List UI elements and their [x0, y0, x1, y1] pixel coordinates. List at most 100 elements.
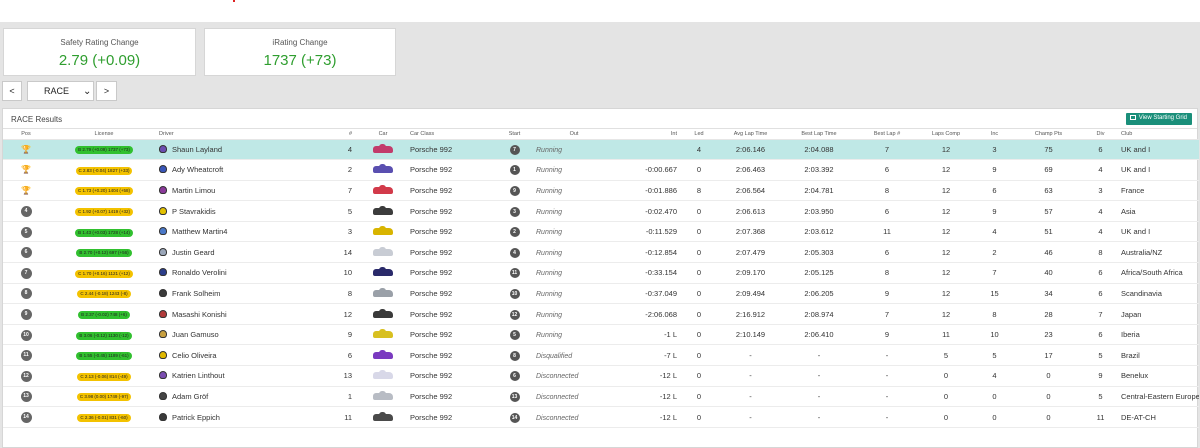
- car-number: 1: [296, 386, 356, 408]
- interval: -0:02.470: [612, 200, 681, 222]
- col-out[interactable]: Out: [536, 129, 612, 140]
- col-pos[interactable]: Pos: [3, 129, 49, 140]
- table-row[interactable]: 10 B 3.06 (-0.12) 1130 (-12) Juan Gamuso 9 P…: [3, 324, 1199, 346]
- table-row[interactable]: 7 C 1.70 (+0.16) 1121 (+12) Ronaldo Veroli…: [3, 262, 1199, 284]
- col-best-lap-num[interactable]: Best Lap #: [854, 129, 920, 140]
- pos-cell: 7: [3, 262, 49, 284]
- car-number: 12: [296, 303, 356, 325]
- driver-name[interactable]: Masashi Konishi: [172, 310, 227, 319]
- col-laps-comp[interactable]: Laps Comp: [920, 129, 972, 140]
- next-session-button[interactable]: >: [96, 81, 117, 101]
- driver-name[interactable]: Ady Wheatcroft: [172, 165, 223, 174]
- driver-name[interactable]: Matthew Martin4: [172, 227, 227, 236]
- avg-lap-time: 2:06.613: [717, 200, 784, 222]
- club: UK and I: [1121, 139, 1199, 161]
- best-lap-number: -: [854, 344, 920, 367]
- driver-name[interactable]: Katrien Linthout: [172, 371, 225, 380]
- session-select[interactable]: RACE ⌄: [27, 81, 94, 101]
- prev-session-button[interactable]: <: [2, 81, 22, 101]
- table-row[interactable]: 4 C 1.92 (+0.07) 1419 (+32) P Stavrakidis 5…: [3, 200, 1199, 222]
- helmet-icon: [159, 350, 167, 359]
- best-lap-number: -: [854, 386, 920, 408]
- driver-name[interactable]: Martin Limou: [172, 186, 215, 195]
- start-position-badge: 7: [509, 144, 520, 155]
- start-position-badge: 2: [509, 227, 520, 238]
- table-row[interactable]: 🏆2C 2.83 (-0.04) 1827 (+33)Ady Wheatcrof…: [3, 159, 1199, 181]
- out-status-text: Running: [536, 332, 563, 340]
- driver-name[interactable]: Shaun Layland: [172, 145, 222, 154]
- laps-completed: 12: [920, 303, 972, 325]
- license-badge: C 2.36 (-0.01) 831 (-60): [77, 414, 131, 423]
- pos-cell: 9: [3, 303, 49, 325]
- car-cell: [356, 365, 410, 387]
- table-row[interactable]: 11 B 1.55 (-0.45) 1189 (-61) Celio Oliveir…: [3, 344, 1199, 367]
- safety-rating-card: Safety Rating Change 2.79 (+0.09): [3, 28, 196, 76]
- col-driver[interactable]: Driver: [159, 129, 296, 140]
- license-badge: C 1.70 (+0.16) 1121 (+12): [75, 269, 133, 278]
- view-starting-grid-button[interactable]: View Starting Grid: [1125, 113, 1192, 125]
- driver-cell: Frank Solheim: [159, 283, 296, 305]
- col-license[interactable]: License: [49, 129, 159, 140]
- driver-name[interactable]: Celio Oliveira: [172, 351, 217, 360]
- best-lap-number: 6: [854, 241, 920, 264]
- col-car-class[interactable]: Car Class: [410, 129, 493, 140]
- out-status: Disconnected: [536, 386, 612, 408]
- pos-cell: 5: [3, 221, 49, 243]
- col-led[interactable]: Led: [681, 129, 717, 140]
- laps-led: 0: [681, 406, 717, 428]
- club: UK and I: [1121, 221, 1199, 243]
- car-class: Porsche 992: [410, 159, 493, 181]
- col-car[interactable]: Car: [356, 129, 410, 140]
- col-champ-pts[interactable]: Champ Pts: [1017, 129, 1080, 140]
- col-inc[interactable]: Inc: [972, 129, 1017, 140]
- car-cell: [356, 139, 410, 161]
- position-badge: 6: [20, 247, 32, 259]
- start-cell: 4: [493, 241, 536, 264]
- driver-cell: Matthew Martin4: [159, 221, 296, 243]
- license-cell: C 1.92 (+0.07) 1419 (+32): [49, 200, 159, 222]
- car-icon: [373, 287, 393, 297]
- position-badge: 14: [20, 412, 32, 424]
- laps-led: 4: [681, 139, 717, 161]
- driver-name[interactable]: Juan Gamuso: [172, 330, 219, 339]
- col-number[interactable]: #: [296, 129, 356, 140]
- license-cell: C 2.36 (-0.01) 831 (-60): [49, 406, 159, 428]
- laps-completed: 12: [920, 262, 972, 284]
- col-avg-lap[interactable]: Avg Lap Time: [717, 129, 784, 140]
- silver-trophy-icon: 🏆: [21, 165, 31, 175]
- table-row[interactable]: 9 B 2.37 (-0.02) 748 (+6) Masashi Konishi 1…: [3, 303, 1199, 325]
- out-status: Running: [536, 324, 612, 346]
- col-best-lap-time[interactable]: Best Lap Time: [784, 129, 854, 140]
- table-row[interactable]: 14 C 2.36 (-0.01) 831 (-60) Patrick Eppich…: [3, 406, 1199, 428]
- pos-cell: 12: [3, 365, 49, 387]
- table-row[interactable]: 13 C 3.98 (0.00) 1749 (-97) Adam Gröf 1 Pors…: [3, 386, 1199, 408]
- table-row[interactable]: 6 B 2.70 (+0.12) 697 (+56) Justin Geard 14 P…: [3, 241, 1199, 264]
- club: Iberia: [1121, 324, 1199, 346]
- table-row[interactable]: 5 B 1.43 (+0.03) 1728 (+14) Matthew Martin…: [3, 221, 1199, 243]
- start-cell: 8: [493, 344, 536, 367]
- helmet-icon: [159, 227, 167, 236]
- laps-completed: 11: [920, 324, 972, 346]
- car-number: 11: [296, 406, 356, 428]
- driver-name[interactable]: Justin Geard: [172, 248, 215, 257]
- champ-points: 0: [1017, 406, 1080, 428]
- helmet-icon: [159, 185, 167, 194]
- driver-name[interactable]: Ronaldo Verolini: [172, 268, 227, 277]
- table-row[interactable]: 🏆3C 1.73 (+0.20) 1404 (+58)Martin Limou7…: [3, 180, 1199, 202]
- col-int[interactable]: Int: [612, 129, 681, 140]
- col-club[interactable]: Club: [1121, 129, 1199, 140]
- champ-points: 63: [1017, 180, 1080, 202]
- driver-name[interactable]: Patrick Eppich: [172, 413, 220, 422]
- avg-lap-time: 2:16.912: [717, 303, 784, 325]
- driver-name[interactable]: P Stavrakidis: [172, 207, 216, 216]
- col-div[interactable]: Div: [1080, 129, 1121, 140]
- col-start[interactable]: Start: [493, 129, 536, 140]
- driver-name[interactable]: Frank Solheim: [172, 289, 220, 298]
- table-row[interactable]: 🏆1 B 2.79 (+0.09) 1737 (+73) Shaun Layland…: [3, 139, 1199, 161]
- incidents: 0: [972, 386, 1017, 408]
- best-lap-time: -: [784, 386, 854, 408]
- driver-name[interactable]: Adam Gröf: [172, 392, 208, 401]
- table-row[interactable]: 8 C 2.44 (-0.18) 1243 (-8) Frank Solheim 8 P…: [3, 283, 1199, 305]
- table-row[interactable]: 12 C 2.13 (-0.06) 814 (-49) Katrien Lintho…: [3, 365, 1199, 387]
- division: 5: [1080, 386, 1121, 408]
